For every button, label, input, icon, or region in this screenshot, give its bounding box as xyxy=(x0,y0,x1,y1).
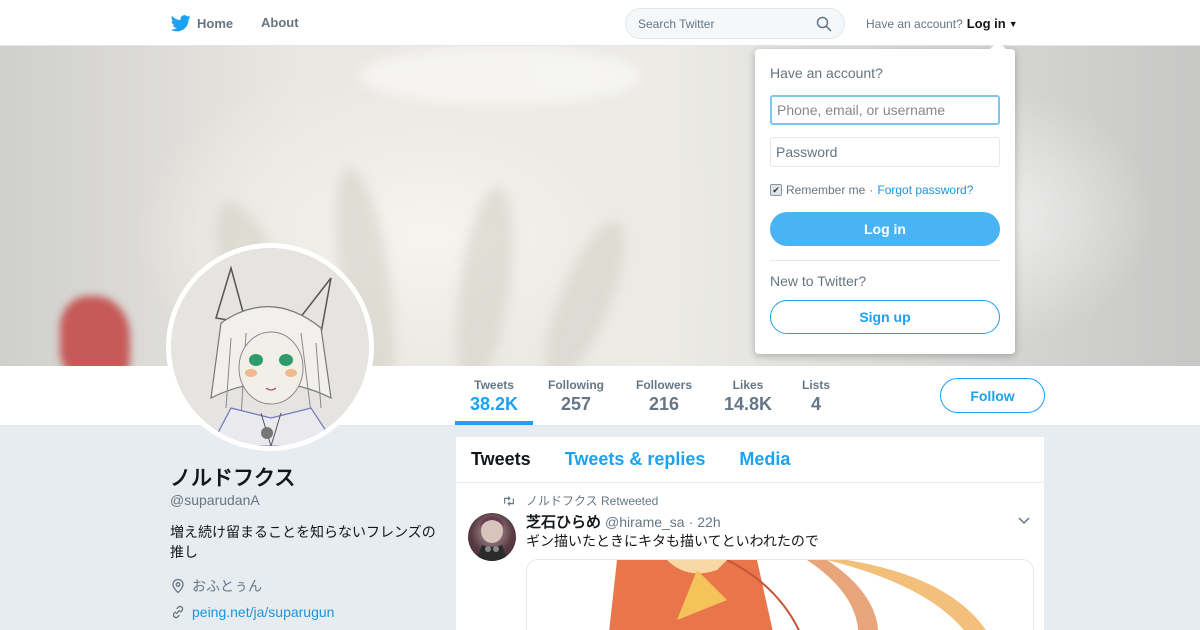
remember-separator: · xyxy=(869,183,874,197)
tweet-author-handle[interactable]: @hirame_sa xyxy=(605,514,685,530)
stat-value: 38.2K xyxy=(470,394,519,414)
stat-label: Followers xyxy=(636,378,693,392)
retweet-context: ノルドフクス Retweeted xyxy=(502,492,658,509)
search-input[interactable]: Search Twitter xyxy=(625,8,845,39)
login-link-label[interactable]: Log in xyxy=(967,16,1006,31)
stat-value: 14.8K xyxy=(724,394,773,414)
website-link[interactable]: peing.net/ja/suparugun xyxy=(192,604,334,620)
remember-me-row: ✔ Remember me · Forgot password? xyxy=(770,183,973,197)
stat-value: 4 xyxy=(811,394,822,414)
stat-value: 216 xyxy=(648,394,680,414)
tweet-header: 芝石ひらめ @hirame_sa · 22h xyxy=(526,511,721,532)
nav-about-label: About xyxy=(261,15,299,30)
tweet-author-name[interactable]: 芝石ひらめ xyxy=(526,511,601,532)
stat-following[interactable]: Following 257 xyxy=(548,378,604,415)
profile-display-name: ノルドフクス xyxy=(170,467,296,490)
profile-website[interactable]: peing.net/ja/suparugun xyxy=(170,604,334,620)
username-field[interactable]: Phone, email, or username xyxy=(770,95,1000,125)
stat-value: 257 xyxy=(560,394,592,414)
remember-me-checkbox[interactable]: ✔ xyxy=(770,184,782,196)
top-navigation-bar: Home About Search Twitter Have an accoun… xyxy=(0,0,1200,46)
tab-media[interactable]: Media xyxy=(739,449,790,470)
remember-me-label[interactable]: Remember me xyxy=(786,183,865,197)
twitter-bird-icon xyxy=(171,15,191,32)
nav-about-link[interactable]: About xyxy=(261,15,299,30)
dropdown-arrow xyxy=(990,41,1006,49)
profile-bio: 増え続け留まることを知らないフレンズの推し xyxy=(170,524,436,560)
search-icon[interactable] xyxy=(816,16,832,32)
account-prompt: Have an account? xyxy=(866,16,963,31)
caret-down-icon: ▼ xyxy=(1008,18,1018,29)
profile-location: おふとぅん xyxy=(170,576,262,596)
nav-home-link[interactable]: Home xyxy=(171,15,233,32)
active-stat-indicator xyxy=(455,421,533,425)
login-dropdown: Have an account? Phone, email, or userna… xyxy=(755,41,1015,354)
timeline-tabs: Tweets Tweets & replies Media xyxy=(456,437,1044,483)
forgot-password-link[interactable]: Forgot password? xyxy=(877,183,973,197)
retweet-context-text: ノルドフクス Retweeted xyxy=(526,494,659,508)
stat-label: Following xyxy=(548,378,604,392)
location-text: おふとぅん xyxy=(192,578,262,594)
profile-handle: @suparudanA xyxy=(170,492,260,508)
dropdown-divider xyxy=(770,260,1000,261)
password-placeholder: Password xyxy=(776,144,838,160)
search-placeholder: Search Twitter xyxy=(638,16,715,31)
password-field[interactable]: Password xyxy=(770,137,1000,167)
tweet-author-avatar[interactable] xyxy=(468,513,516,561)
nav-home-label: Home xyxy=(197,16,234,31)
location-pin-icon xyxy=(172,578,184,594)
stat-lists[interactable]: Lists 4 xyxy=(802,378,830,415)
stat-label: Likes xyxy=(732,378,764,392)
signup-button[interactable]: Sign up xyxy=(770,300,1000,334)
profile-avatar[interactable] xyxy=(166,243,374,451)
avatar-drawing xyxy=(171,248,369,446)
tweet-timestamp[interactable]: 22h xyxy=(697,514,720,530)
link-icon xyxy=(172,605,184,619)
stat-label: Tweets xyxy=(474,378,514,392)
tweet-header-separator: · xyxy=(688,514,694,530)
username-placeholder: Phone, email, or username xyxy=(777,102,946,118)
stat-likes[interactable]: Likes 14.8K xyxy=(724,378,772,415)
timeline-panel: Tweets Tweets & replies Media ノルドフクス Ret… xyxy=(456,437,1044,630)
dropdown-title: Have an account? xyxy=(770,65,883,81)
retweet-icon xyxy=(504,495,514,506)
tab-tweets[interactable]: Tweets xyxy=(471,449,531,470)
chevron-down-icon[interactable] xyxy=(1017,513,1031,527)
tab-tweets-and-replies[interactable]: Tweets & replies xyxy=(565,449,706,470)
stat-followers[interactable]: Followers 216 xyxy=(636,378,692,415)
account-login-toggle[interactable]: Have an account? Log in ▼ xyxy=(866,16,1018,31)
login-button[interactable]: Log in xyxy=(770,212,1000,246)
tweet-media-image[interactable] xyxy=(526,559,1034,630)
follow-button[interactable]: Follow xyxy=(940,378,1045,413)
tweet-text: ギン描いたときにキタも描いてといわれたので xyxy=(526,533,819,549)
stat-label: Lists xyxy=(802,378,831,392)
stat-tweets[interactable]: Tweets 38.2K xyxy=(470,378,518,415)
new-to-twitter-text: New to Twitter? xyxy=(770,273,867,289)
